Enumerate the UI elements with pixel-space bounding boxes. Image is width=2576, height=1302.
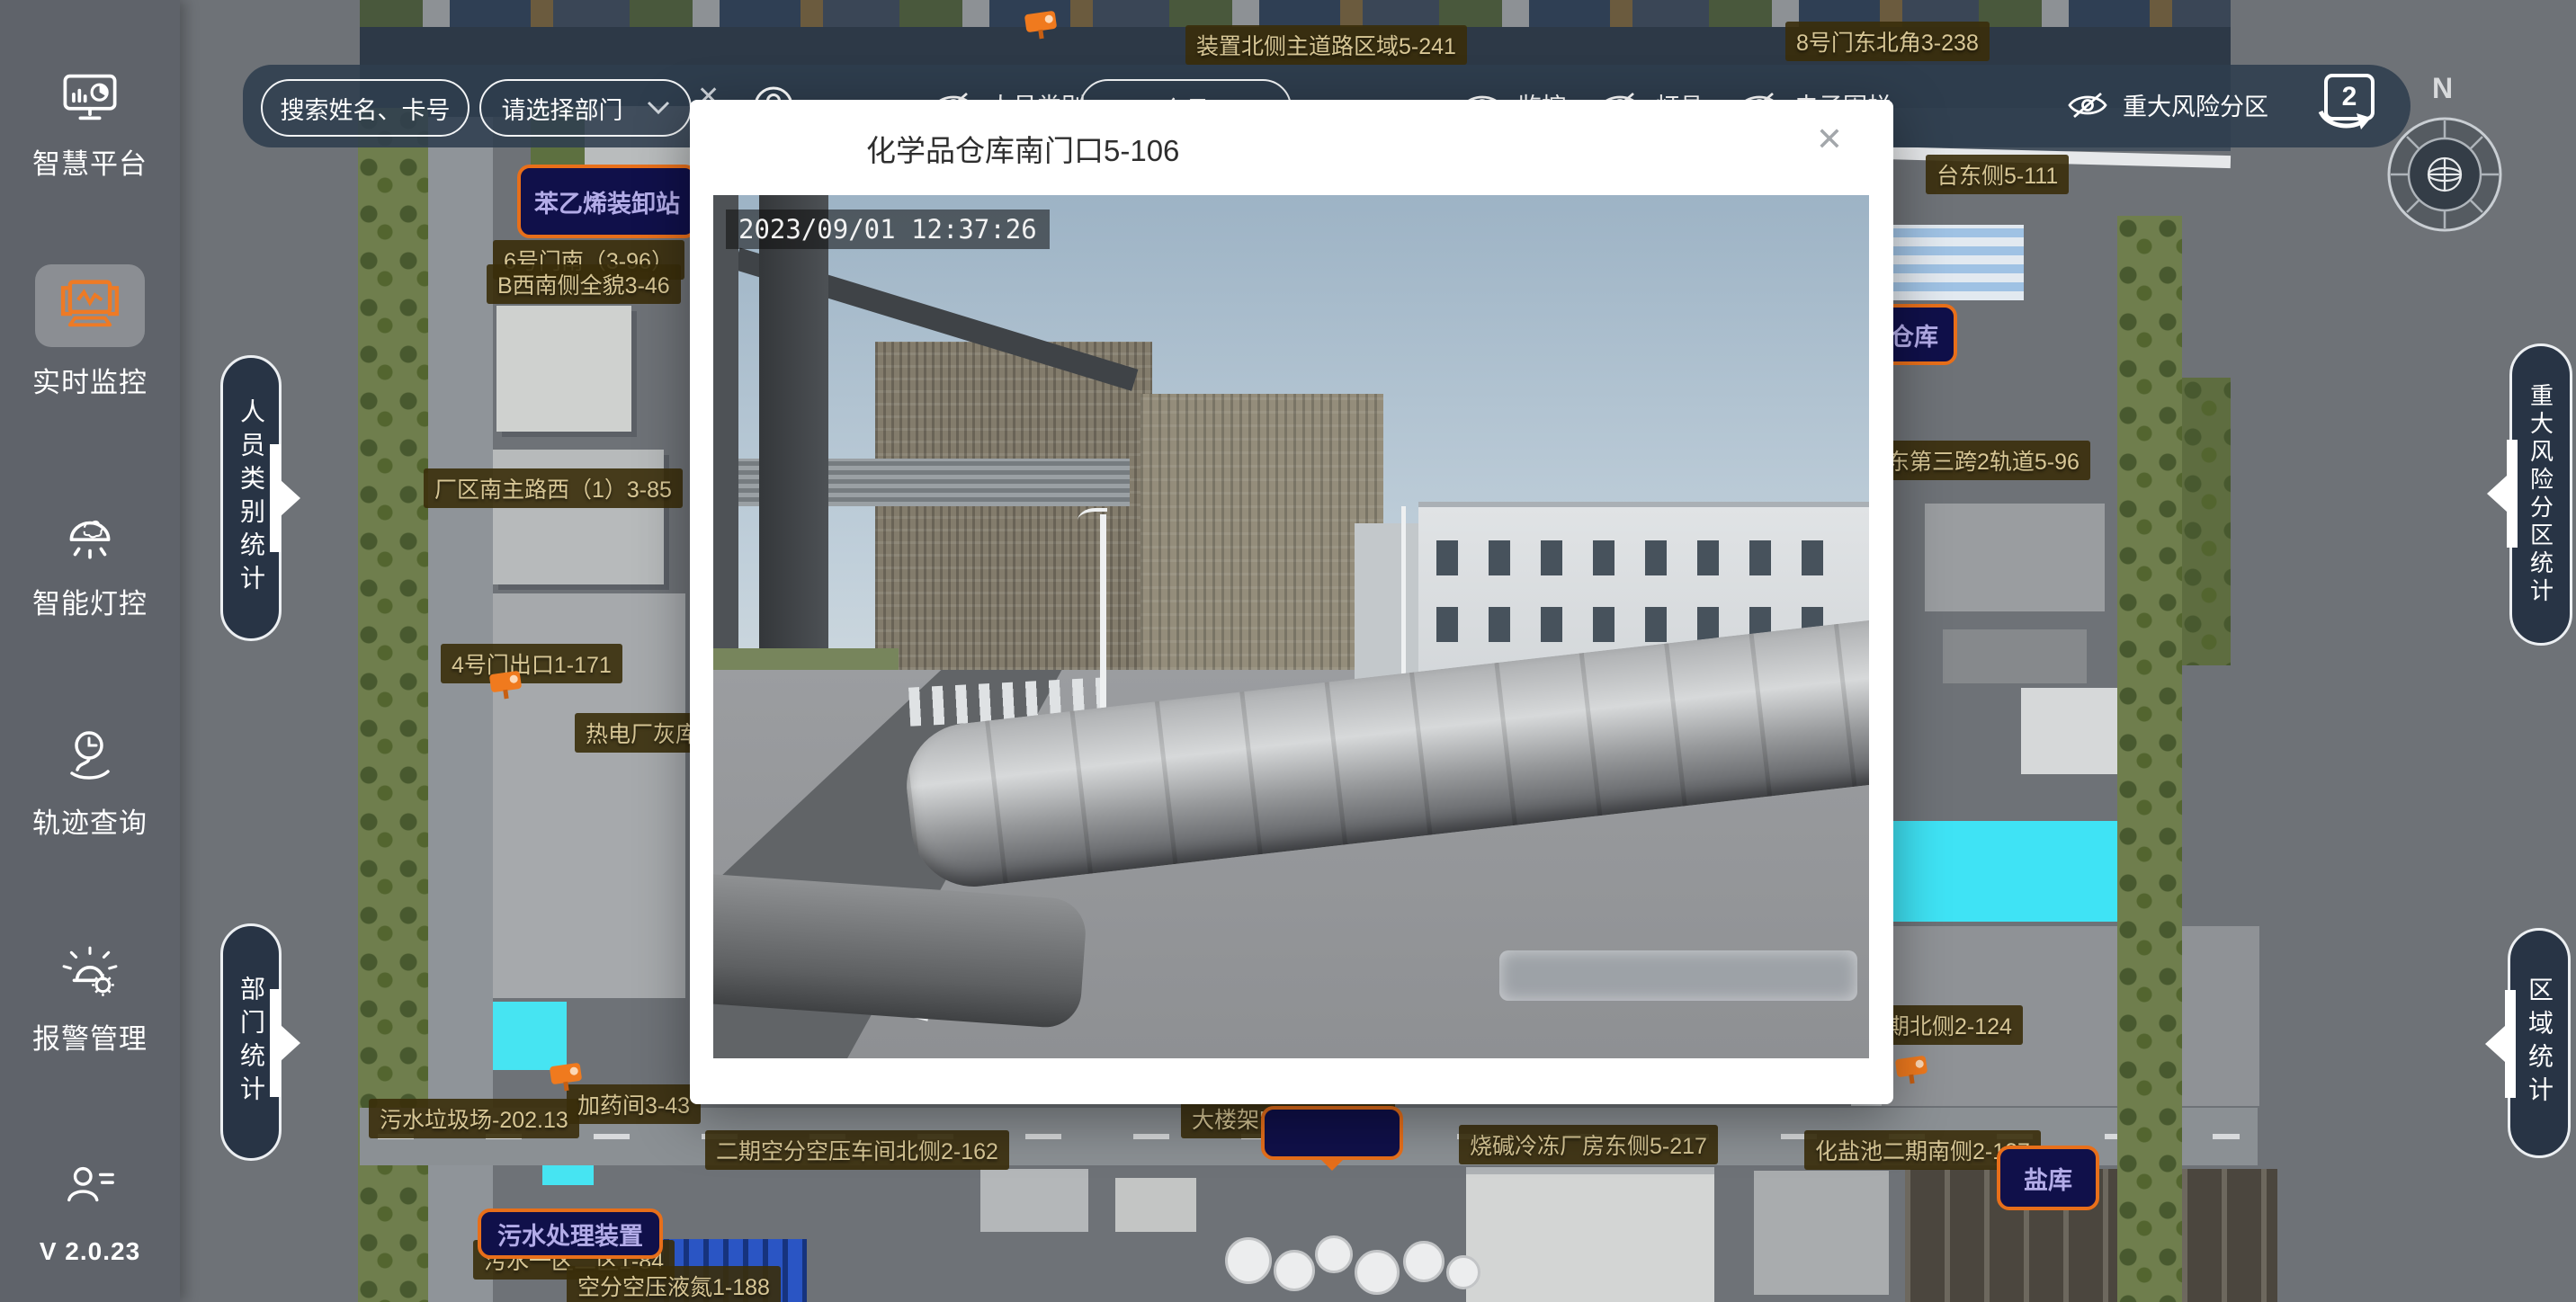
user-list-icon xyxy=(62,1163,118,1214)
map-camera-tag[interactable]: 空分空压液氮1-188 xyxy=(567,1266,781,1302)
map-camera-tag[interactable]: 污水垃圾场-202.13 xyxy=(369,1099,579,1138)
sidebar-item-track-query[interactable]: 轨迹查询 xyxy=(32,727,148,841)
department-placeholder: 请选择部门 xyxy=(502,91,623,126)
map-camera-tag[interactable]: B西南侧全貌3-46 xyxy=(487,264,681,304)
department-select[interactable]: 请选择部门 xyxy=(479,79,692,137)
drawer-department-stats[interactable]: 部门统计 xyxy=(220,923,282,1161)
drawer-area-stats[interactable]: 区域统计 xyxy=(2508,928,2571,1158)
map-camera-tag[interactable]: 东第三跨2轨道5-96 xyxy=(1876,441,2090,480)
expand-left-icon[interactable] xyxy=(2487,440,2518,548)
camera-icon[interactable] xyxy=(550,1063,582,1085)
track-query-icon xyxy=(61,727,119,788)
map-camera-tag[interactable]: 加药间3-43 xyxy=(567,1084,701,1124)
active-item-highlight xyxy=(35,264,145,347)
alarm-manage-icon xyxy=(60,945,120,1003)
sidebar: 智慧平台 实时监控 智能灯控 轨迹查询 报警管理 xyxy=(0,0,180,1302)
map-camera-tag[interactable]: 热电厂灰库 xyxy=(575,713,709,753)
version-label: V 2.0.23 xyxy=(0,1237,180,1266)
drawer-personnel-category-stats[interactable]: 人员类别统计 xyxy=(220,355,282,641)
chevron-down-icon xyxy=(647,101,670,115)
expand-right-icon[interactable] xyxy=(270,444,300,552)
dashboard-monitor-icon xyxy=(59,70,121,129)
modal-title: 化学品仓库南门口5-106 xyxy=(866,127,1179,170)
map-camera-tag[interactable]: 二期空分空压车间北侧2-162 xyxy=(705,1130,1009,1170)
sidebar-item-label: 报警管理 xyxy=(32,1016,148,1057)
drawer-label: 人员类别统计 xyxy=(233,398,269,598)
video-timestamp: 2023/09/01 12:37:26 xyxy=(726,210,1050,249)
map-facility-label[interactable]: 盐库 xyxy=(1997,1146,2099,1210)
camera-video-feed: 2023/09/01 12:37:26 xyxy=(713,195,1869,1058)
sidebar-item-smart-platform[interactable]: 智慧平台 xyxy=(32,70,148,182)
switch-arrow-icon xyxy=(2317,110,2375,133)
map-camera-tag[interactable]: 装置北侧主道路区域5-241 xyxy=(1185,25,1467,65)
map-facility-label[interactable]: 苯乙烯装卸站 xyxy=(517,165,697,238)
page-root: 装置北侧主道路区域5-2418号门东北角3-238B04甲苯非芳3-106号门南… xyxy=(0,0,2576,1302)
camera-icon[interactable] xyxy=(1024,11,1057,33)
compass-icon xyxy=(2385,115,2504,234)
map-facility-label[interactable]: 污水处理装置 xyxy=(478,1208,663,1259)
map-camera-tag[interactable]: 烧碱冷冻厂房东侧5-217 xyxy=(1459,1125,1718,1164)
video-watermark-redaction xyxy=(1499,950,1857,1001)
drawer-label: 区域统计 xyxy=(2521,976,2557,1110)
map-2d-switch-button[interactable]: 2 xyxy=(2317,74,2380,140)
expand-left-icon[interactable] xyxy=(2485,990,2516,1098)
sidebar-item-alarm-management[interactable]: 报警管理 xyxy=(32,945,148,1057)
compass-north-label: N xyxy=(2432,72,2453,105)
map-camera-tag[interactable]: 台东侧5-111 xyxy=(1926,155,2069,194)
map-camera-tag[interactable]: 厂区南主路西（1）3-85 xyxy=(424,468,683,508)
sidebar-item-realtime-monitor[interactable]: 实时监控 xyxy=(32,264,148,400)
camera-feed-modal: 化学品仓库南门口5-106 ✕ xyxy=(690,100,1893,1104)
sidebar-item-label: 轨迹查询 xyxy=(32,800,148,841)
drawer-major-risk-zone-stats[interactable]: 重大风险分区统计 xyxy=(2509,343,2572,646)
search-placeholder: 搜索姓名、卡号 xyxy=(281,91,451,126)
close-icon[interactable]: ✕ xyxy=(1816,123,1843,156)
sidebar-item-label: 智慧平台 xyxy=(32,141,148,182)
realtime-monitor-icon xyxy=(58,276,122,336)
map-facility-label[interactable] xyxy=(1261,1106,1403,1160)
toggle-major-risk-zone[interactable]: 重大风险分区 xyxy=(2067,87,2268,122)
camera-icon[interactable] xyxy=(1895,1056,1928,1078)
camera-icon[interactable] xyxy=(489,671,522,693)
map-camera-tag[interactable]: 8号门东北角3-238 xyxy=(1785,22,1990,61)
sidebar-item-label: 智能灯控 xyxy=(32,581,148,621)
sidebar-item-label: 实时监控 xyxy=(32,360,148,400)
sidebar-item-smart-lighting[interactable]: 智能灯控 xyxy=(32,508,148,621)
smart-light-icon xyxy=(60,508,120,568)
map-camera-tag[interactable]: 4号门出口1-171 xyxy=(441,644,622,683)
eye-slash-icon xyxy=(2067,90,2108,120)
search-input[interactable]: 搜索姓名、卡号 xyxy=(261,79,470,137)
expand-right-icon[interactable] xyxy=(270,989,300,1097)
drawer-label: 重大风险分区统计 xyxy=(2525,383,2558,606)
sidebar-item-user-list[interactable] xyxy=(62,1163,118,1214)
compass-gizmo[interactable] xyxy=(2385,115,2504,234)
drawer-label: 部门统计 xyxy=(233,976,269,1109)
